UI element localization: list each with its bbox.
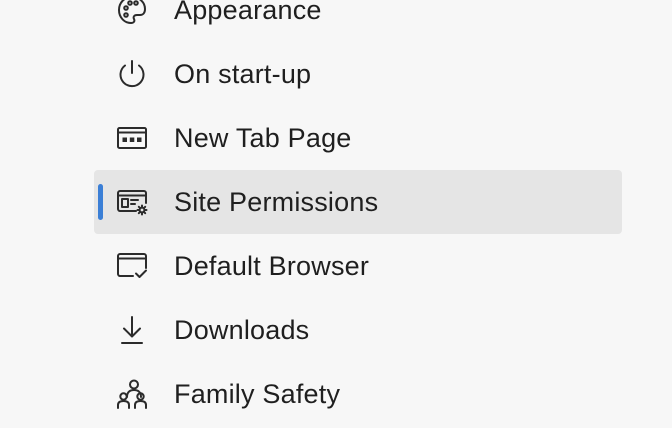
sidebar-item-label: New Tab Page bbox=[174, 123, 352, 153]
sidebar-item-label: Default Browser bbox=[174, 251, 370, 281]
site-permissions-icon bbox=[114, 184, 150, 220]
sidebar-item-site-permissions[interactable]: Site Permissions bbox=[94, 170, 622, 234]
new-tab-page-icon bbox=[114, 120, 150, 156]
sidebar-item-appearance[interactable]: Appearance bbox=[94, 0, 622, 42]
selected-indicator bbox=[98, 184, 103, 220]
default-browser-icon bbox=[114, 248, 150, 284]
sidebar-item-family-safety[interactable]: Family Safety bbox=[94, 362, 622, 426]
power-icon bbox=[114, 56, 150, 92]
sidebar-item-default-browser[interactable]: Default Browser bbox=[94, 234, 622, 298]
sidebar-item-label: Downloads bbox=[174, 315, 310, 345]
sidebar-item-label: Family Safety bbox=[174, 379, 341, 409]
palette-icon bbox=[114, 0, 150, 28]
download-icon bbox=[114, 312, 150, 348]
family-icon bbox=[114, 376, 150, 412]
sidebar-item-label: Appearance bbox=[174, 0, 322, 25]
sidebar-item-on-start-up[interactable]: On start-up bbox=[94, 42, 622, 106]
settings-sidebar: Appearance On start-up New Tab Page Site… bbox=[0, 0, 672, 428]
sidebar-item-downloads[interactable]: Downloads bbox=[94, 298, 622, 362]
sidebar-item-label: On start-up bbox=[174, 59, 312, 89]
sidebar-item-new-tab-page[interactable]: New Tab Page bbox=[94, 106, 622, 170]
sidebar-item-label: Site Permissions bbox=[174, 187, 379, 217]
